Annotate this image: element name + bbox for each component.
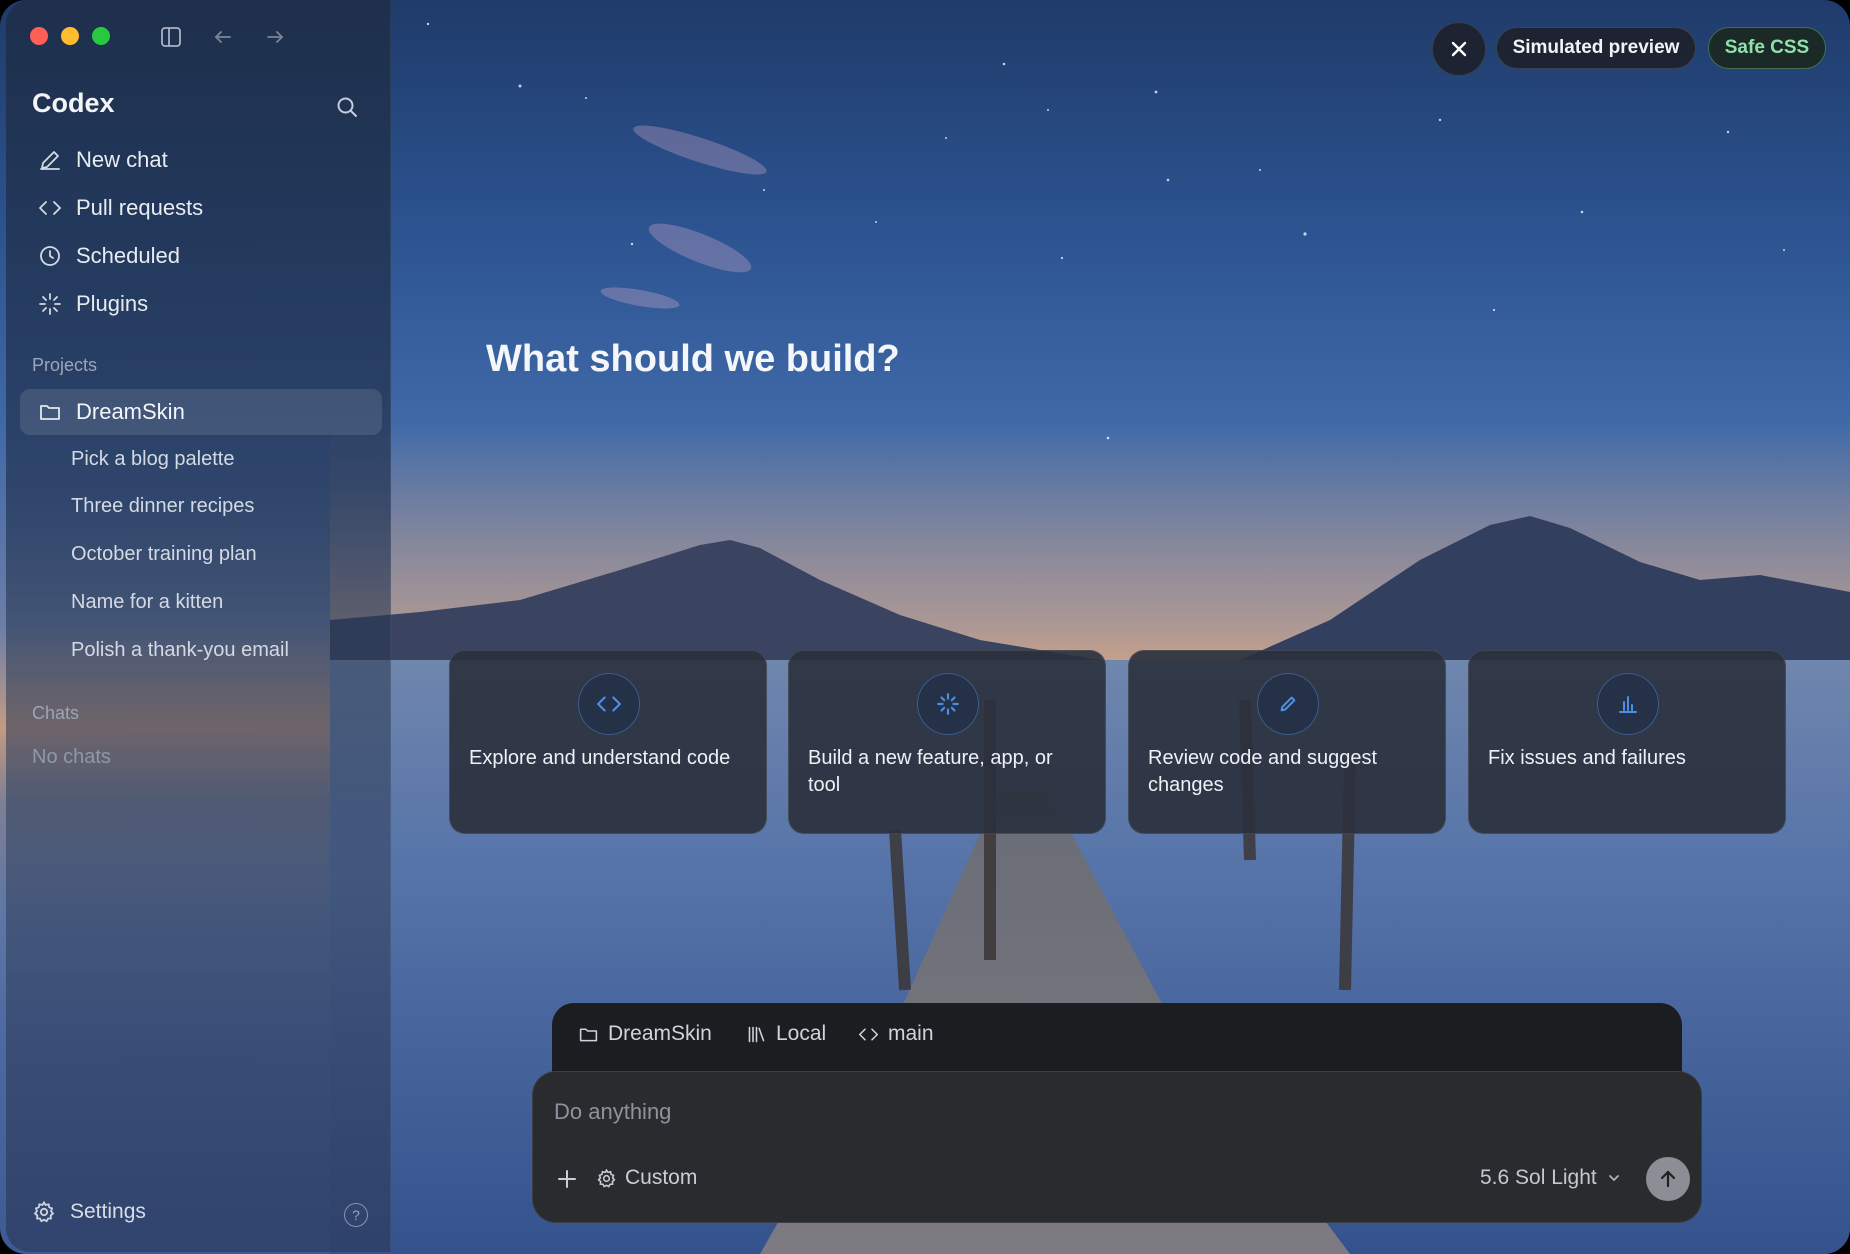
pull-requests-button[interactable]: Pull requests — [28, 188, 368, 228]
gear-icon — [33, 1200, 55, 1223]
project-dreamskin[interactable]: DreamSkin — [20, 389, 382, 435]
suggestion-card-review[interactable]: Review code and suggest changes — [1128, 650, 1446, 834]
nav-label: Scheduled — [76, 243, 180, 268]
help-button[interactable]: ? — [344, 1203, 368, 1227]
arrow-left-icon[interactable] — [208, 22, 238, 52]
new-chat-button[interactable]: New chat — [28, 140, 368, 180]
thread-item[interactable]: Polish a thank-you email — [71, 639, 289, 662]
simulated-preview-badge[interactable]: Simulated preview — [1496, 27, 1696, 69]
settings-button[interactable]: Settings — [32, 1200, 146, 1224]
arrow-right-icon[interactable] — [260, 22, 290, 52]
plugins-button[interactable]: Plugins — [28, 284, 368, 324]
pencil-icon — [40, 151, 60, 170]
thread-item[interactable]: Pick a blog palette — [71, 448, 234, 471]
add-attachment-button[interactable] — [552, 1164, 582, 1194]
sparkle-icon — [39, 293, 61, 315]
suggestion-card-build[interactable]: Build a new feature, app, or tool — [788, 650, 1106, 834]
sidebar: Codex New chat Pull requests Scheduled P… — [6, 0, 391, 1252]
sparkle-icon — [917, 673, 979, 735]
minimize-window-button[interactable] — [61, 27, 79, 45]
custom-settings-button[interactable]: Custom — [596, 1166, 697, 1190]
folder-icon — [579, 1027, 598, 1041]
project-label: DreamSkin — [76, 399, 185, 424]
plus-icon — [558, 1170, 576, 1188]
projects-section-label: Projects — [32, 355, 98, 375]
clock-icon — [40, 246, 60, 266]
card-label: Build a new feature, app, or tool — [808, 747, 1053, 796]
context-branch-selector[interactable]: main — [858, 1022, 934, 1046]
zoom-window-button[interactable] — [92, 27, 110, 45]
app-title: Codex — [32, 88, 115, 118]
context-branch-label: main — [888, 1022, 934, 1045]
safe-css-badge[interactable]: Safe CSS — [1708, 27, 1826, 69]
sidebar-toggle-icon[interactable] — [156, 22, 186, 52]
nav-label: New chat — [76, 147, 168, 172]
send-button[interactable] — [1646, 1157, 1690, 1201]
thread-item[interactable]: October training plan — [71, 543, 257, 566]
nav-label: Plugins — [76, 291, 149, 316]
custom-label: Custom — [625, 1166, 698, 1189]
hero-title: What should we build? — [486, 338, 900, 380]
suggestion-card-explore[interactable]: Explore and understand code — [449, 650, 767, 834]
card-label: Explore and understand code — [469, 747, 731, 769]
context-environment-label: Local — [776, 1022, 827, 1045]
code-icon — [39, 201, 61, 215]
composer — [532, 1071, 1702, 1223]
close-window-button[interactable] — [30, 27, 48, 45]
library-icon — [748, 1026, 765, 1042]
settings-label: Settings — [70, 1200, 146, 1223]
gear-icon — [597, 1168, 616, 1188]
arrow-up-icon — [1660, 1170, 1676, 1188]
code-icon — [578, 673, 640, 735]
empty-chats-text: No chats — [32, 746, 111, 768]
chevron-down-icon — [1608, 1175, 1619, 1182]
chats-section-label: Chats — [32, 703, 80, 723]
card-label: Fix issues and failures — [1488, 747, 1686, 769]
folder-icon — [40, 405, 60, 420]
context-environment-selector[interactable]: Local — [746, 1022, 826, 1046]
app-window: Codex New chat Pull requests Scheduled P… — [0, 0, 1850, 1254]
context-project-label: DreamSkin — [608, 1022, 712, 1045]
suggestion-card-fix[interactable]: Fix issues and failures — [1468, 650, 1786, 834]
search-icon[interactable] — [330, 90, 364, 124]
code-icon — [858, 1027, 879, 1041]
model-label: 5.6 Sol Light — [1480, 1166, 1597, 1189]
prompt-input[interactable] — [552, 1096, 1256, 1128]
nav-label: Pull requests — [76, 195, 204, 220]
bar-chart-icon — [1597, 673, 1659, 735]
window-controls — [30, 27, 110, 45]
thread-item[interactable]: Three dinner recipes — [71, 495, 254, 518]
card-label: Review code and suggest changes — [1148, 747, 1378, 796]
scheduled-button[interactable]: Scheduled — [28, 236, 368, 276]
close-preview-button[interactable] — [1432, 22, 1486, 76]
model-selector[interactable]: 5.6 Sol Light — [1480, 1166, 1621, 1190]
context-project-selector[interactable]: DreamSkin — [578, 1022, 712, 1046]
thread-item[interactable]: Name for a kitten — [71, 591, 223, 614]
pencil-icon — [1257, 673, 1319, 735]
close-icon — [1451, 41, 1467, 57]
